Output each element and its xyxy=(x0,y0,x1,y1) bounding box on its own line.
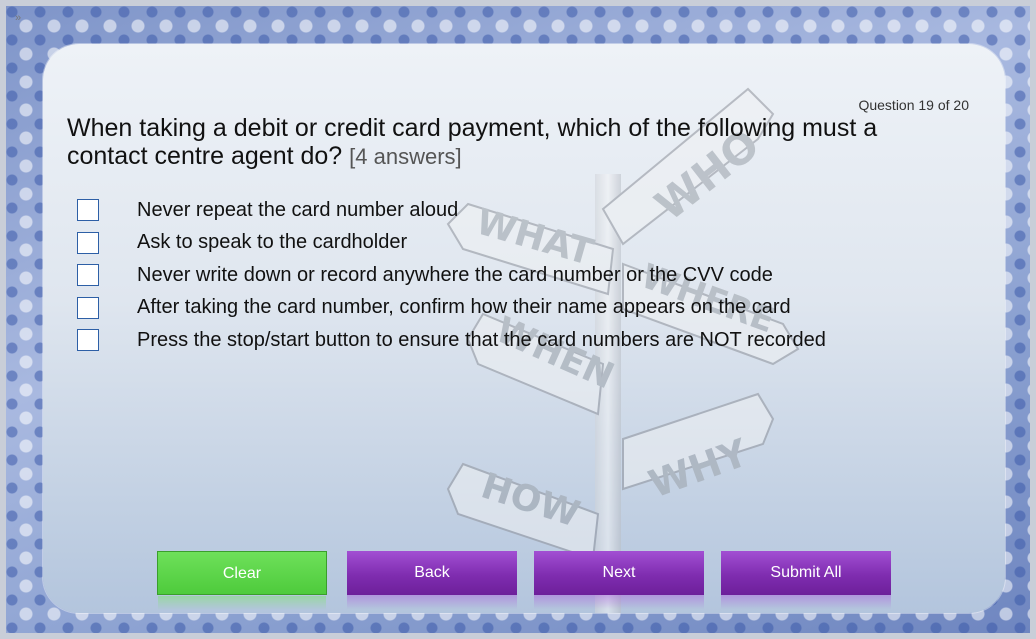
question-text: When taking a debit or credit card payme… xyxy=(67,114,907,171)
answer-option[interactable]: Press the stop/start button to ensure th… xyxy=(77,324,826,357)
back-button[interactable]: Back xyxy=(347,551,517,609)
answer-option[interactable]: Ask to speak to the cardholder xyxy=(77,227,826,260)
answer-label[interactable]: Never repeat the card number aloud xyxy=(137,199,458,222)
answer-checkbox[interactable] xyxy=(77,329,99,352)
answer-option[interactable]: Never repeat the card number aloud xyxy=(77,194,826,227)
question-counter: Question 19 of 20 xyxy=(858,97,969,113)
submit-all-button[interactable]: Submit All xyxy=(721,551,891,609)
next-button[interactable]: Next xyxy=(534,551,704,609)
collapse-toggle-icon[interactable]: » xyxy=(15,13,21,24)
answer-label[interactable]: After taking the card number, confirm ho… xyxy=(137,296,791,319)
answer-label[interactable]: Press the stop/start button to ensure th… xyxy=(137,329,826,352)
answer-checkbox[interactable] xyxy=(77,264,99,287)
answer-list: Never repeat the card number aloud Ask t… xyxy=(77,194,826,357)
question-panel: WHO WHAT WHERE WHEN WHY HOW Question 19 … xyxy=(43,44,1005,613)
answer-option[interactable]: Never write down or record anywhere the … xyxy=(77,259,826,292)
answer-option[interactable]: After taking the card number, confirm ho… xyxy=(77,292,826,325)
answer-count-hint: [4 answers] xyxy=(349,144,462,169)
answer-checkbox[interactable] xyxy=(77,296,99,319)
question-body: When taking a debit or credit card payme… xyxy=(67,114,878,170)
answer-checkbox[interactable] xyxy=(77,231,99,254)
answer-checkbox[interactable] xyxy=(77,199,99,222)
quiz-frame: » WHO WHAT WHERE WHEN WHY HOW Question 1… xyxy=(6,6,1030,633)
answer-label[interactable]: Ask to speak to the cardholder xyxy=(137,231,407,254)
clear-button[interactable]: Clear xyxy=(157,551,327,610)
answer-label[interactable]: Never write down or record anywhere the … xyxy=(137,264,773,287)
